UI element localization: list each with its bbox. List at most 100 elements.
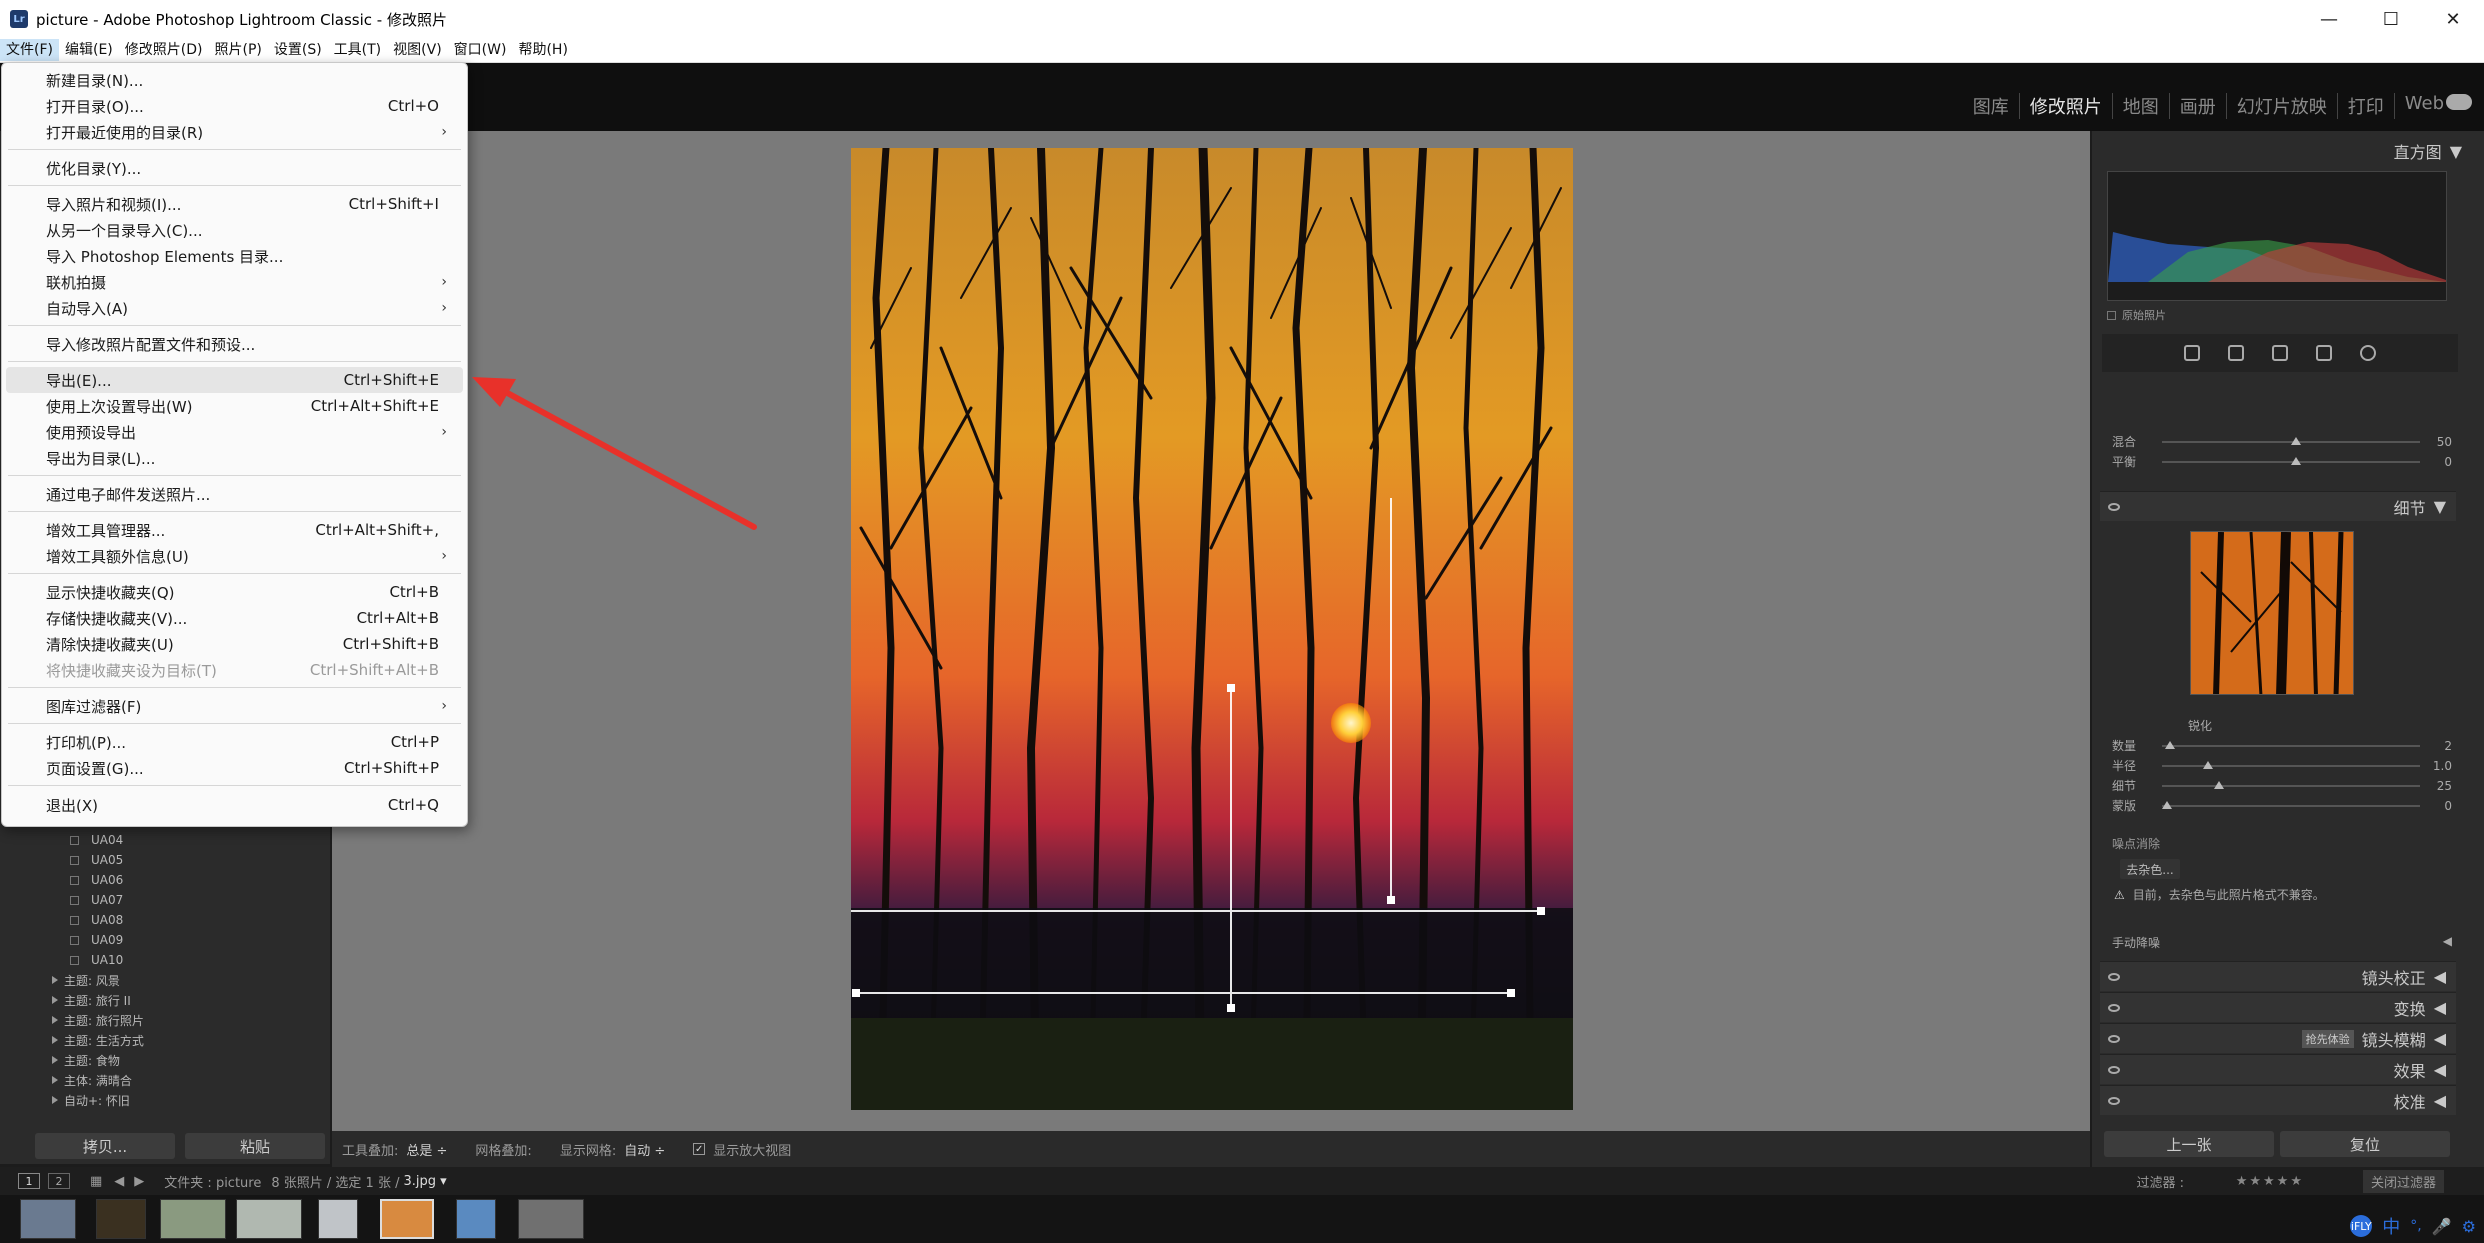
develop-photo[interactable] [851, 148, 1573, 1110]
menu-tethered-capture[interactable]: 联机拍摄 › [6, 269, 463, 295]
ime-chinese-icon[interactable]: 中 [2382, 1213, 2400, 1239]
lens-correction-header[interactable]: 镜头校正 ◀ [2100, 961, 2456, 991]
selected-file[interactable]: 3.jpg ▾ [403, 1174, 446, 1189]
film-thumbnail[interactable] [96, 1199, 146, 1239]
list-item[interactable]: 主题: 风景 [38, 970, 323, 990]
denoise-button[interactable]: 去杂色... [2120, 859, 2180, 879]
film-thumbnail[interactable] [20, 1199, 76, 1239]
list-item[interactable]: 自动+: 怀旧 [38, 1090, 323, 1110]
radius-slider[interactable] [2162, 760, 2420, 769]
menu-new-catalog[interactable]: 新建目录(N)... [6, 67, 463, 93]
film-thumbnail-selected[interactable] [380, 1199, 434, 1239]
menu-photo[interactable]: 照片(P) [208, 39, 267, 61]
module-web[interactable]: Web [2395, 93, 2454, 119]
microphone-icon[interactable]: 🎤 [2432, 1217, 2452, 1236]
eye-icon[interactable] [2108, 973, 2120, 981]
menu-open-recent[interactable]: 打开最近使用的目录(R) › [6, 119, 463, 145]
menu-export-previous[interactable]: 使用上次设置导出(W) Ctrl+Alt+Shift+E [6, 393, 463, 419]
slider-knob[interactable] [2164, 740, 2175, 749]
menu-file[interactable]: 文件(F) [0, 39, 59, 61]
expand-triangle-icon[interactable] [52, 976, 58, 984]
reset-button[interactable]: 复位 [2280, 1131, 2450, 1157]
menu-view[interactable]: 视图(V) [387, 39, 448, 61]
module-library[interactable]: 图库 [1963, 93, 2020, 119]
copy-settings-button[interactable]: 拷贝... [35, 1133, 175, 1159]
punctuation-icon[interactable]: °, [2410, 1218, 2421, 1234]
menu-exit[interactable]: 退出(X) Ctrl+Q [6, 792, 463, 818]
expand-triangle-icon[interactable] [52, 1076, 58, 1084]
module-print[interactable]: 打印 [2338, 93, 2395, 119]
menu-library-filters[interactable]: 图库过滤器(F) › [6, 693, 463, 719]
balance-slider[interactable] [2162, 456, 2420, 465]
module-book[interactable]: 画册 [2170, 93, 2227, 119]
list-item[interactable]: 主体: 满晴合 [38, 1070, 323, 1090]
crop-icon[interactable] [2228, 345, 2244, 361]
menu-import-photos[interactable]: 导入照片和视频(I)... Ctrl+Shift+I [6, 191, 463, 217]
menu-import-profiles[interactable]: 导入修改照片配置文件和预设... [6, 331, 463, 357]
eye-icon[interactable] [2108, 1066, 2120, 1074]
film-thumbnail[interactable] [318, 1199, 358, 1239]
lens-blur-header[interactable]: 抢先体验 镜头模糊 ◀ [2100, 1023, 2456, 1053]
blend-slider[interactable] [2162, 436, 2420, 445]
menu-export[interactable]: 导出(E)... Ctrl+Shift+E [6, 367, 463, 393]
menu-import-from-catalog[interactable]: 从另一个目录导入(C)... [6, 217, 463, 243]
menu-open-catalog[interactable]: 打开目录(O)... Ctrl+O [6, 93, 463, 119]
back-arrow-icon[interactable]: ◀ [114, 1174, 124, 1189]
ifly-input-icon[interactable]: iFLY [2350, 1215, 2373, 1237]
film-thumbnail[interactable] [518, 1199, 584, 1239]
minimize-button[interactable]: — [2298, 0, 2360, 38]
menu-tools[interactable]: 工具(T) [328, 39, 387, 61]
expand-triangle-icon[interactable] [52, 1036, 58, 1044]
expand-triangle-icon[interactable] [52, 1096, 58, 1104]
slider-knob[interactable] [2203, 760, 2214, 769]
settings-icon[interactable]: ⚙ [2462, 1217, 2476, 1236]
menu-printer[interactable]: 打印机(P)... Ctrl+P [6, 729, 463, 755]
histogram-header[interactable]: 直方图 ▼ [2394, 139, 2462, 163]
blend-value[interactable]: 50 [2432, 435, 2452, 449]
list-item[interactable]: 主题: 生活方式 [38, 1030, 323, 1050]
expand-triangle-icon[interactable] [52, 1016, 58, 1024]
calibration-header[interactable]: 校准 ◀ [2100, 1085, 2456, 1115]
list-item[interactable]: UA09 [38, 930, 323, 950]
grid-view-icon[interactable]: ▦ [90, 1174, 102, 1189]
list-item[interactable]: UA04 [38, 830, 323, 850]
menu-show-quick-collection[interactable]: 显示快捷收藏夹(Q) Ctrl+B [6, 579, 463, 605]
film-thumbnail[interactable] [236, 1199, 302, 1239]
detail-section-header[interactable]: 细节 ▼ [2100, 491, 2456, 521]
slider-knob[interactable] [2291, 436, 2301, 445]
close-button[interactable]: ✕ [2422, 0, 2484, 38]
slider-knob[interactable] [2213, 780, 2224, 789]
module-develop[interactable]: 修改照片 [2020, 93, 2113, 119]
manual-denoise-row[interactable]: 手动降噪 ◀ [2112, 934, 2452, 951]
menu-export-preset[interactable]: 使用预设导出 › [6, 419, 463, 445]
slider-knob[interactable] [2291, 456, 2301, 465]
histogram[interactable] [2107, 171, 2447, 301]
menu-window[interactable]: 窗口(W) [448, 39, 513, 61]
rating-filter-stars[interactable]: ★★★★★ [2236, 1174, 2304, 1189]
balance-value[interactable]: 0 [2432, 455, 2452, 469]
menu-email-photos[interactable]: 通过电子邮件发送照片... [6, 481, 463, 507]
masking-icon[interactable] [2360, 345, 2376, 361]
menu-save-quick-collection[interactable]: 存储快捷收藏夹(V)... Ctrl+Alt+B [6, 605, 463, 631]
list-item[interactable]: 主题: 旅行照片 [38, 1010, 323, 1030]
menu-plugin-manager[interactable]: 增效工具管理器... Ctrl+Alt+Shift+, [6, 517, 463, 543]
list-item[interactable]: UA05 [38, 850, 323, 870]
amount-slider[interactable] [2162, 740, 2420, 749]
show-grid-select[interactable]: 自动 ÷ [624, 1140, 665, 1159]
radius-value[interactable]: 1.0 [2432, 759, 2452, 773]
menu-develop[interactable]: 修改照片(D) [119, 39, 209, 61]
healing-brush-icon[interactable] [2272, 345, 2288, 361]
menu-edit[interactable]: 编辑(E) [59, 39, 119, 61]
module-slideshow[interactable]: 幻灯片放映 [2227, 93, 2338, 119]
cloud-sync-icon[interactable] [2446, 94, 2472, 110]
close-filter-select[interactable]: 关闭过滤器 [2362, 1169, 2444, 1193]
monitor-2-button[interactable]: 2 [48, 1173, 70, 1189]
effects-header[interactable]: 效果 ◀ [2100, 1054, 2456, 1084]
eye-icon[interactable] [2108, 1097, 2120, 1105]
list-item[interactable]: 主题: 食物 [38, 1050, 323, 1070]
detail-preview[interactable] [2190, 531, 2354, 695]
monitor-1-button[interactable]: 1 [18, 1173, 40, 1189]
list-item[interactable]: 主题: 旅行 II [38, 990, 323, 1010]
film-thumbnail[interactable] [456, 1199, 496, 1239]
expand-triangle-icon[interactable] [52, 996, 58, 1004]
